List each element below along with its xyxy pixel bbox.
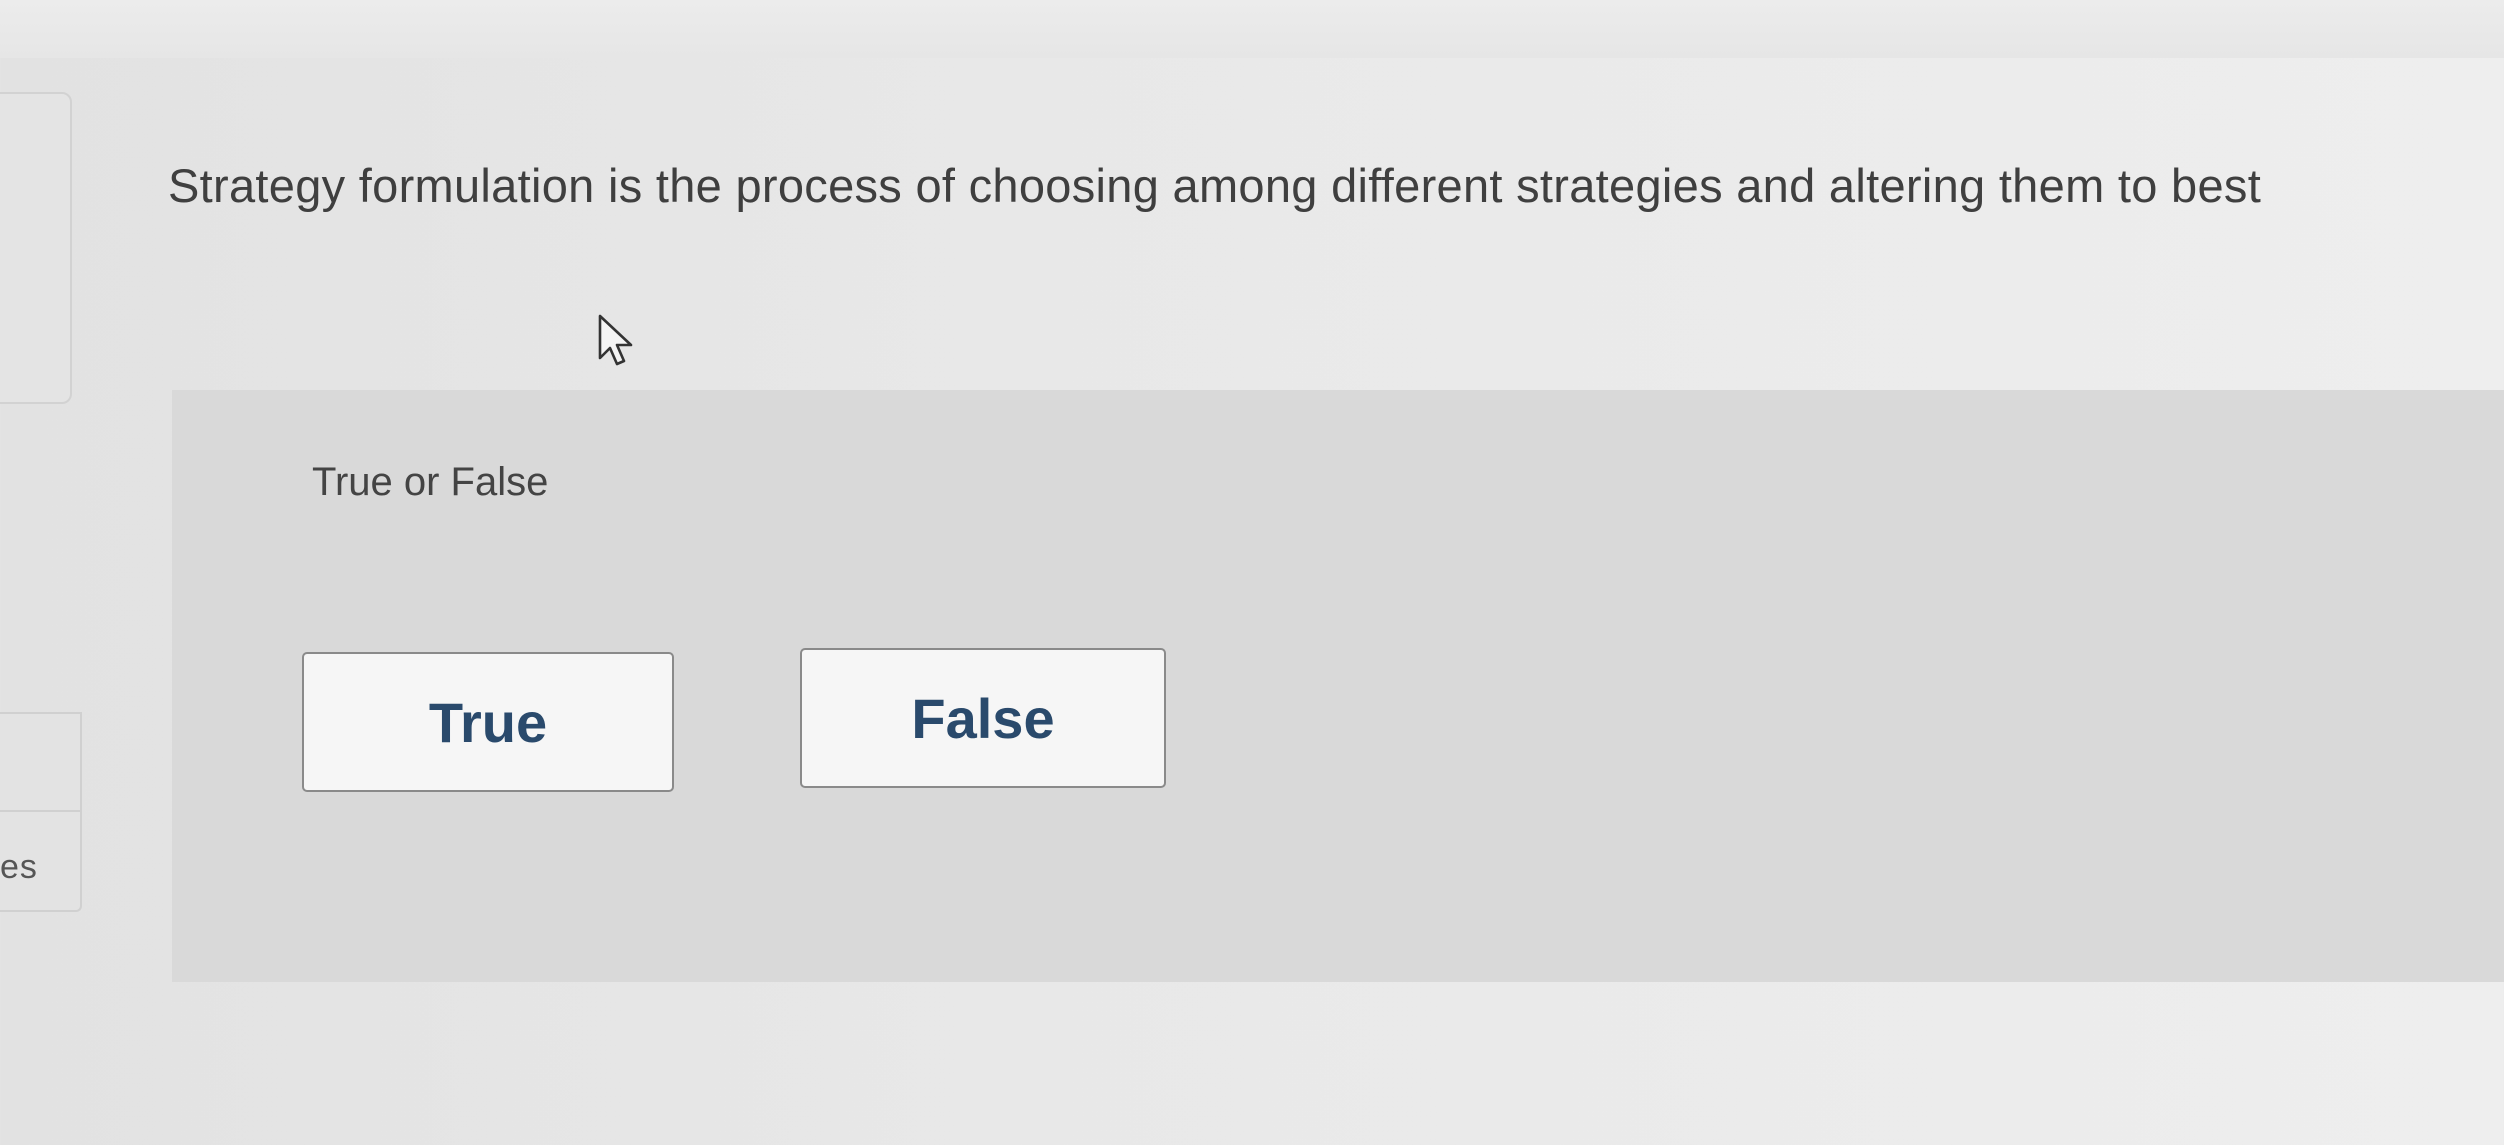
false-button[interactable]: False bbox=[800, 648, 1166, 788]
answer-panel: True or False True False bbox=[172, 390, 2504, 982]
question-prompt: Strategy formulation is the process of c… bbox=[168, 159, 2262, 212]
sidebar-card bbox=[0, 92, 72, 404]
sidebar-item-label: es bbox=[0, 848, 38, 886]
question-type-label: True or False bbox=[312, 460, 549, 504]
true-button[interactable]: True bbox=[302, 652, 674, 792]
mouse-pointer-icon bbox=[598, 314, 633, 366]
answer-panel-header: True or False bbox=[172, 390, 2504, 550]
sidebar-nav-box[interactable] bbox=[0, 712, 82, 812]
top-band bbox=[0, 0, 2504, 58]
